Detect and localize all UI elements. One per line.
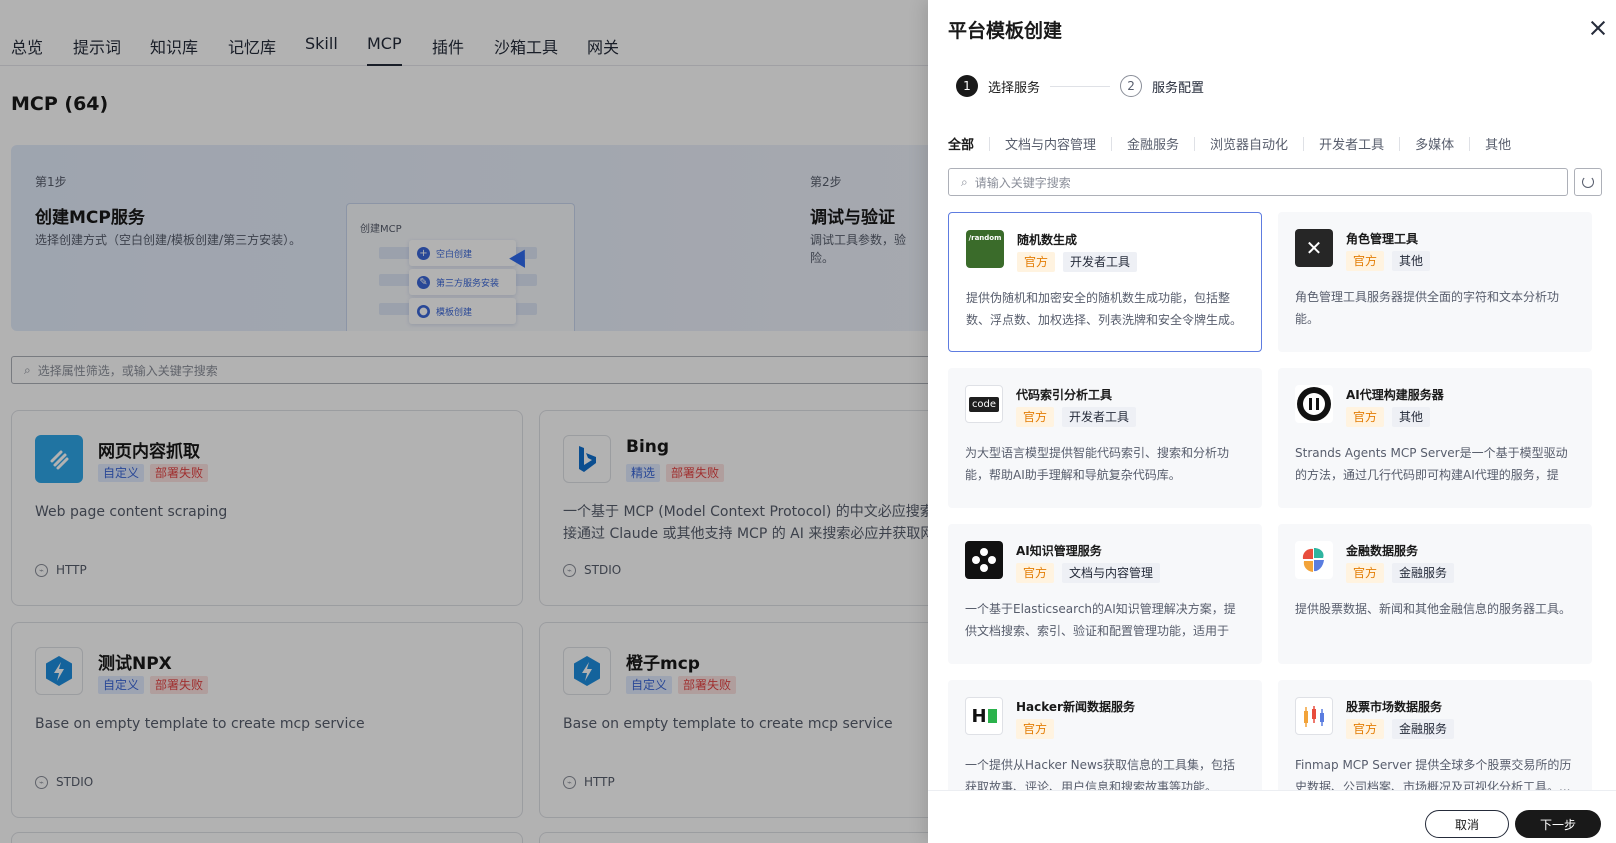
category-other[interactable]: 其他 <box>1485 134 1511 153</box>
official-badge: 官方 <box>1346 251 1385 271</box>
category-browser[interactable]: 浏览器自动化 <box>1210 134 1288 153</box>
service-desc: 角色管理工具服务器提供全面的字符和文本分析功能。 <box>1295 290 1560 326</box>
knowledge-node-icon <box>965 541 1003 579</box>
category-finance[interactable]: 金融服务 <box>1127 134 1179 153</box>
next-step-button[interactable]: 下一步 <box>1515 810 1601 838</box>
step-1-label: 选择服务 <box>988 80 1041 96</box>
service-desc: 一个基于Elasticsearch的AI知识管理解决方案，提供文档搜索、索引、验… <box>965 602 1236 638</box>
drawer-footer: 取消 下一步 <box>928 790 1616 843</box>
stepper: 1 选择服务 2 服务配置 <box>956 75 1204 97</box>
service-desc: 一个提供从Hacker News获取信息的工具集，包括获取故事、评论、用户信息和… <box>965 758 1236 790</box>
official-badge: 官方 <box>1016 563 1055 583</box>
service-name: AI知识管理服务 <box>1016 544 1102 558</box>
category-badge: 文档与内容管理 <box>1062 563 1161 583</box>
finance-leaf-icon <box>1295 541 1333 579</box>
category-developer[interactable]: 开发者工具 <box>1319 134 1384 153</box>
service-name: Hacker新闻数据服务 <box>1016 700 1135 714</box>
template-create-drawer: 平台模板创建 1 选择服务 2 服务配置 全部 文档与内容管理 金融服务 浏览器… <box>928 0 1616 843</box>
service-list: /random 随机数生成 官方 开发者工具 提供伪随机和加密安全的随机数生成功能… <box>948 212 1608 790</box>
service-card[interactable]: ✕ 角色管理工具 官方 其他 角色管理工具服务器提供全面的字符和文本分析功能。 <box>1278 212 1592 352</box>
service-card[interactable]: 股票市场数据服务 官方 金融服务 Finmap MCP Server 提供全球多个… <box>1278 680 1592 790</box>
official-badge: 官方 <box>1017 252 1056 272</box>
close-icon[interactable] <box>1588 18 1608 38</box>
service-name: 金融数据服务 <box>1346 544 1419 558</box>
category-badge: 金融服务 <box>1392 563 1455 583</box>
service-name: 随机数生成 <box>1017 233 1078 247</box>
stock-chart-icon <box>1295 697 1333 735</box>
agent-face-icon <box>1295 385 1333 423</box>
service-card[interactable]: AI代理构建服务器 官方 其他 Strands Agents MCP Server… <box>1278 368 1592 508</box>
service-card[interactable]: /random 随机数生成 官方 开发者工具 提供伪随机和加密安全的随机数生成功能… <box>948 212 1262 352</box>
service-name: AI代理构建服务器 <box>1346 388 1444 402</box>
hacker-news-icon: H <box>965 697 1003 735</box>
category-all[interactable]: 全部 <box>948 134 974 153</box>
step-2-indicator: 2 <box>1120 75 1143 97</box>
service-name: 代码索引分析工具 <box>1016 388 1113 402</box>
category-media[interactable]: 多媒体 <box>1415 134 1454 153</box>
category-docs[interactable]: 文档与内容管理 <box>1005 134 1096 153</box>
service-desc: 提供股票数据、新闻和其他金融信息的服务器工具。 <box>1295 602 1572 616</box>
drawer-title: 平台模板创建 <box>948 20 1063 42</box>
category-badge: 开发者工具 <box>1063 252 1138 272</box>
search-placeholder: 请输入关键字搜索 <box>974 175 1071 190</box>
service-card[interactable]: code 代码索引分析工具 官方 开发者工具 为大型语言模型提供智能代码索引、搜索… <box>948 368 1262 508</box>
category-badge: 其他 <box>1392 407 1431 427</box>
refresh-button[interactable] <box>1574 168 1602 196</box>
code-icon: code <box>965 385 1003 423</box>
service-card[interactable]: 金融数据服务 官方 金融服务 提供股票数据、新闻和其他金融信息的服务器工具。 <box>1278 524 1592 664</box>
official-badge: 官方 <box>1346 719 1385 739</box>
service-desc: Strands Agents MCP Server是一个基于模型驱动的方法，通过… <box>1295 446 1568 482</box>
step-1-indicator: 1 <box>956 75 978 97</box>
cancel-button[interactable]: 取消 <box>1425 810 1509 838</box>
official-badge: 官方 <box>1016 719 1055 739</box>
search-icon: ⌕ <box>961 174 968 189</box>
refresh-icon <box>1582 176 1594 188</box>
tools-icon: ✕ <box>1295 229 1333 267</box>
service-desc: 为大型语言模型提供智能代码索引、搜索和分析功能，帮助AI助手理解和导航复杂代码库… <box>965 446 1230 482</box>
service-desc: 提供伪随机和加密安全的随机数生成功能，包括整数、浮点数、加权选择、列表洗牌和安全… <box>966 291 1243 327</box>
service-card[interactable]: AI知识管理服务 官方 文档与内容管理 一个基于Elasticsearch的AI知… <box>948 524 1262 664</box>
service-desc: Finmap MCP Server 提供全球多个股票交易所的历史数据、公司档案、… <box>1295 758 1572 790</box>
random-dice-icon: /random <box>966 230 1004 268</box>
official-badge: 官方 <box>1016 407 1055 427</box>
category-badge: 其他 <box>1392 251 1431 271</box>
category-badge: 金融服务 <box>1392 719 1455 739</box>
modal-overlay[interactable] <box>0 0 928 843</box>
official-badge: 官方 <box>1346 407 1385 427</box>
official-badge: 官方 <box>1346 563 1385 583</box>
service-card[interactable]: H Hacker新闻数据服务 官方 一个提供从Hacker News获取信息的工… <box>948 680 1262 790</box>
step-2-label: 服务配置 <box>1152 80 1205 96</box>
category-badge: 开发者工具 <box>1062 407 1137 427</box>
service-search-input[interactable]: ⌕ 请输入关键字搜索 <box>948 168 1568 196</box>
service-name: 股票市场数据服务 <box>1346 700 1443 714</box>
service-name: 角色管理工具 <box>1346 232 1419 246</box>
category-tabs: 全部 文档与内容管理 金融服务 浏览器自动化 开发者工具 多媒体 其他 <box>948 134 1511 153</box>
